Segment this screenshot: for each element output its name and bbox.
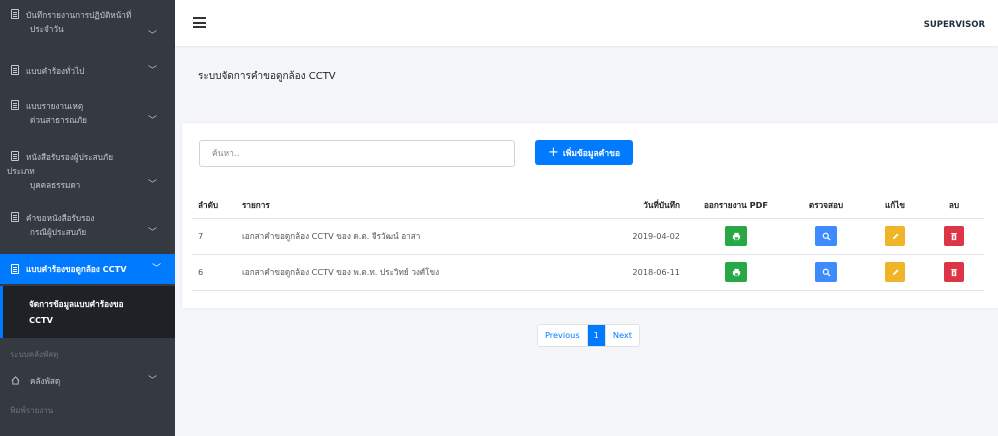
add-request-button[interactable]: + เพิ่มข้อมูลคำขอ: [535, 140, 633, 165]
page-title: ระบบจัดการคำขอดูกล้อง CCTV: [198, 71, 336, 82]
chevron-down-icon: ﹀: [147, 228, 157, 238]
sidebar-header-store: ระบบคลังพัสดุ: [10, 350, 59, 359]
col-header-delete: ลบ: [924, 193, 984, 219]
sidebar-item-label: ประเภท: [7, 166, 35, 176]
sidebar-item-victim-certificate[interactable]: หนังสือรับรองผู้ประสบภัย ประเภท บุคคลธรร…: [0, 143, 175, 207]
cell-no: 6: [192, 254, 236, 291]
user-name[interactable]: SUPERVISOR: [924, 20, 985, 30]
sidebar-item-certificate-request[interactable]: คำขอหนังสือรับรอง กรณีผู้ประสบภัย ﹀: [0, 207, 175, 254]
sidebar: บันทึกรายงานการปฏิบัติหน้าที่ ประจำวัน ﹀…: [0, 0, 175, 436]
form-icon: [11, 264, 19, 274]
sidebar-item-label: กรณีผู้ประสบภัย: [30, 227, 87, 237]
cell-date: 2019-04-02: [616, 218, 686, 255]
edit-button[interactable]: [885, 262, 905, 282]
pagination: Previous 1 Next: [537, 324, 640, 347]
sidebar-item-label: ด่วนสาธารณภัย: [30, 115, 87, 125]
table-row: 7 เอกสาคำขอดูกล้อง CCTV ของ ด.ต. จีรวัฒน…: [192, 218, 984, 255]
sidebar-subitem-manage-cctv[interactable]: จัดการข้อมูลแบบคำร้องขอ CCTV: [0, 286, 175, 338]
content-card: + เพิ่มข้อมูลคำขอ ลำดับ รายการ วันที่บัน…: [182, 123, 998, 308]
sidebar-item-label: แบบคำร้องขอดูกล้อง CCTV: [26, 264, 127, 274]
cell-delete: [924, 254, 984, 291]
col-header-no: ลำดับ: [192, 193, 236, 219]
trash-icon: [951, 232, 957, 240]
sidebar-item-store[interactable]: คลังพัสดุ ﹀: [0, 364, 175, 398]
pencil-icon: [892, 268, 899, 275]
chevron-down-icon: ﹀: [147, 376, 157, 386]
sidebar-item-label: หนังสือรับรองผู้ประสบภัย: [26, 152, 113, 162]
sidebar-subitem-label: จัดการข้อมูลแบบคำร้องขอ: [29, 299, 124, 309]
cell-view: [786, 218, 866, 255]
requests-table: ลำดับ รายการ วันที่บันทึก ออกรายงาน PDF …: [192, 193, 984, 291]
cell-date: 2018-06-11: [616, 254, 686, 291]
form-icon: [11, 65, 19, 75]
sidebar-item-label: ประจำวัน: [30, 24, 64, 34]
chevron-down-icon: ﹀: [147, 31, 157, 41]
cell-title: เอกสาคำขอดูกล้อง CCTV ของ พ.ต.ท. ประวิทย…: [236, 254, 616, 291]
home-icon: [11, 376, 20, 385]
hamburger-icon[interactable]: [193, 17, 206, 28]
pagination-next[interactable]: Next: [604, 325, 639, 346]
view-button[interactable]: [815, 226, 837, 246]
search-input[interactable]: [199, 140, 515, 167]
sidebar-item-disaster-report[interactable]: แบบรายงานเหตุ ด่วนสาธารณภัย ﹀: [0, 93, 175, 143]
pdf-button[interactable]: [725, 262, 747, 282]
cell-view: [786, 254, 866, 291]
sidebar-item-label: คำขอหนังสือรับรอง: [26, 213, 95, 223]
col-header-edit: แก้ไข: [866, 193, 924, 219]
cell-title: เอกสาคำขอดูกล้อง CCTV ของ ด.ต. จีรวัฒน์ …: [236, 218, 616, 255]
view-button[interactable]: [815, 262, 837, 282]
col-header-pdf: ออกรายงาน PDF: [686, 193, 786, 219]
sidebar-item-label: บันทึกรายงานการปฏิบัติหน้าที่: [26, 10, 132, 20]
search-icon: [822, 268, 831, 277]
add-request-label: เพิ่มข้อมูลคำขอ: [562, 148, 621, 159]
topbar: SUPERVISOR: [175, 0, 998, 46]
table-header-row: ลำดับ รายการ วันที่บันทึก ออกรายงาน PDF …: [192, 193, 984, 219]
col-header-title: รายการ: [236, 193, 616, 219]
pagination-page-1[interactable]: 1: [586, 325, 605, 346]
form-icon: [11, 9, 19, 19]
pdf-button[interactable]: [725, 226, 747, 246]
chevron-down-icon: ﹀: [147, 116, 157, 126]
pagination-previous[interactable]: Previous: [538, 325, 587, 346]
cell-no: 7: [192, 218, 236, 255]
plus-icon: +: [547, 145, 559, 160]
sidebar-item-label: คลังพัสดุ: [30, 376, 61, 386]
form-icon: [11, 100, 19, 110]
delete-button[interactable]: [944, 226, 964, 246]
col-header-view: ตรวจสอบ: [786, 193, 866, 219]
sidebar-item-general-request[interactable]: แบบคำร้องทั่วไป ﹀: [0, 47, 175, 93]
col-header-date: วันที่บันทึก: [616, 193, 686, 219]
chevron-down-icon: ﹀: [151, 264, 161, 274]
form-icon: [11, 151, 19, 161]
chevron-down-icon: ﹀: [147, 180, 157, 190]
cell-pdf: [686, 218, 786, 255]
cell-edit: [866, 254, 924, 291]
printer-icon: [732, 232, 740, 240]
pencil-icon: [892, 232, 899, 239]
search-icon: [822, 232, 831, 241]
trash-icon: [951, 268, 957, 276]
delete-button[interactable]: [944, 262, 964, 282]
sidebar-item-daily-report[interactable]: บันทึกรายงานการปฏิบัติหน้าที่ ประจำวัน ﹀: [0, 0, 175, 47]
sidebar-item-cctv-request[interactable]: แบบคำร้องขอดูกล้อง CCTV ﹀: [0, 254, 175, 284]
cell-edit: [866, 218, 924, 255]
chevron-down-icon: ﹀: [147, 66, 157, 76]
cell-pdf: [686, 254, 786, 291]
sidebar-subitem-label: CCTV: [29, 315, 53, 325]
printer-icon: [732, 268, 740, 276]
edit-button[interactable]: [885, 226, 905, 246]
sidebar-header-reports: พิมพ์รายงาน: [10, 406, 54, 415]
cell-delete: [924, 218, 984, 255]
table-row: 6 เอกสาคำขอดูกล้อง CCTV ของ พ.ต.ท. ประวิ…: [192, 254, 984, 291]
sidebar-item-label: แบบคำร้องทั่วไป: [26, 66, 85, 76]
form-icon: [11, 212, 19, 222]
sidebar-item-label: บุคคลธรรมดา: [30, 180, 81, 190]
sidebar-item-label: แบบรายงานเหตุ: [26, 101, 84, 111]
